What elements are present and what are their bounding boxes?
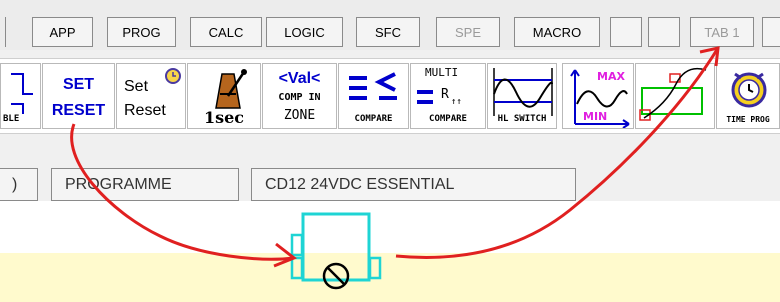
- max-min-chart-icon: MAX MIN: [570, 69, 630, 128]
- timer-block[interactable]: 1sec: [187, 63, 261, 129]
- tabrow-left-edge: [0, 17, 6, 47]
- tab-blank-1[interactable]: [610, 17, 642, 47]
- category-tab-bar: APP PROG CALC LOGIC SFC SPE MACRO TAB 1: [0, 0, 780, 50]
- placed-function-block[interactable]: [276, 210, 396, 300]
- comp-in-zone-block[interactable]: <Val< COMP IN ZONE: [262, 63, 337, 129]
- multi-compare-label: COMPARE: [429, 114, 467, 124]
- function-block-partial[interactable]: BLE: [0, 63, 41, 129]
- compare-symbols-icon: [349, 72, 397, 100]
- compare-label: COMPARE: [354, 114, 393, 124]
- svg-text:MAX: MAX: [597, 70, 625, 83]
- set-reset-top-label: SET: [62, 76, 95, 93]
- set-reset-bottom-label: RESET: [51, 102, 106, 119]
- svg-text:↑↑: ↑↑: [451, 97, 462, 107]
- multi-compare-icon: R ↑↑: [417, 87, 462, 107]
- tab-logic[interactable]: LOGIC: [266, 17, 343, 47]
- set-reset-alt-block[interactable]: Set Reset: [116, 63, 186, 129]
- tab-tab1[interactable]: TAB 1: [690, 17, 754, 47]
- val-range-label: <Val<: [278, 70, 321, 87]
- tab-prog[interactable]: PROG: [107, 17, 176, 47]
- hl-switch-label: HL SWITCH: [497, 114, 547, 124]
- svg-text:MIN: MIN: [583, 110, 607, 123]
- max-min-block[interactable]: MAX MIN: [562, 63, 634, 129]
- tab-spe[interactable]: SPE: [436, 17, 500, 47]
- trend-chart-icon: [639, 67, 707, 121]
- svg-text:R: R: [441, 87, 449, 102]
- tab-macro[interactable]: MACRO: [514, 17, 600, 47]
- set-reset-block[interactable]: SET RESET: [42, 63, 115, 129]
- block-label: BLE: [3, 114, 20, 124]
- zone-label: ZONE: [283, 108, 316, 123]
- tab-app[interactable]: APP: [32, 17, 93, 47]
- hl-switch-wave-icon: [493, 68, 553, 116]
- timer-label: 1sec: [203, 108, 245, 127]
- tab-calc[interactable]: CALC: [190, 17, 262, 47]
- comp-in-label: COMP IN: [278, 92, 321, 103]
- tab-blank-2[interactable]: [648, 17, 680, 47]
- clock-badge-icon: [165, 68, 181, 84]
- alarm-clock-icon: [731, 72, 767, 108]
- metronome-icon: [215, 69, 247, 109]
- tab-sfc[interactable]: SFC: [356, 17, 420, 47]
- set-label: Set: [124, 78, 149, 95]
- tab-programme[interactable]: PROGRAMME: [51, 168, 239, 201]
- tab-cd12-24vdc-essential[interactable]: CD12 24VDC ESSENTIAL: [251, 168, 576, 201]
- time-prog-label: TIME PROG: [726, 115, 770, 124]
- trend-chart-block[interactable]: [635, 63, 715, 129]
- hl-switch-block[interactable]: HL SWITCH: [487, 63, 557, 129]
- time-prog-block[interactable]: TIME PROG: [716, 63, 780, 129]
- multi-compare-block[interactable]: MULTI R ↑↑ COMPARE: [410, 63, 486, 129]
- tab-program-partial[interactable]: ): [0, 168, 38, 201]
- compare-block[interactable]: COMPARE: [338, 63, 409, 129]
- reset-label: Reset: [124, 102, 166, 119]
- tab-partial[interactable]: [762, 17, 780, 47]
